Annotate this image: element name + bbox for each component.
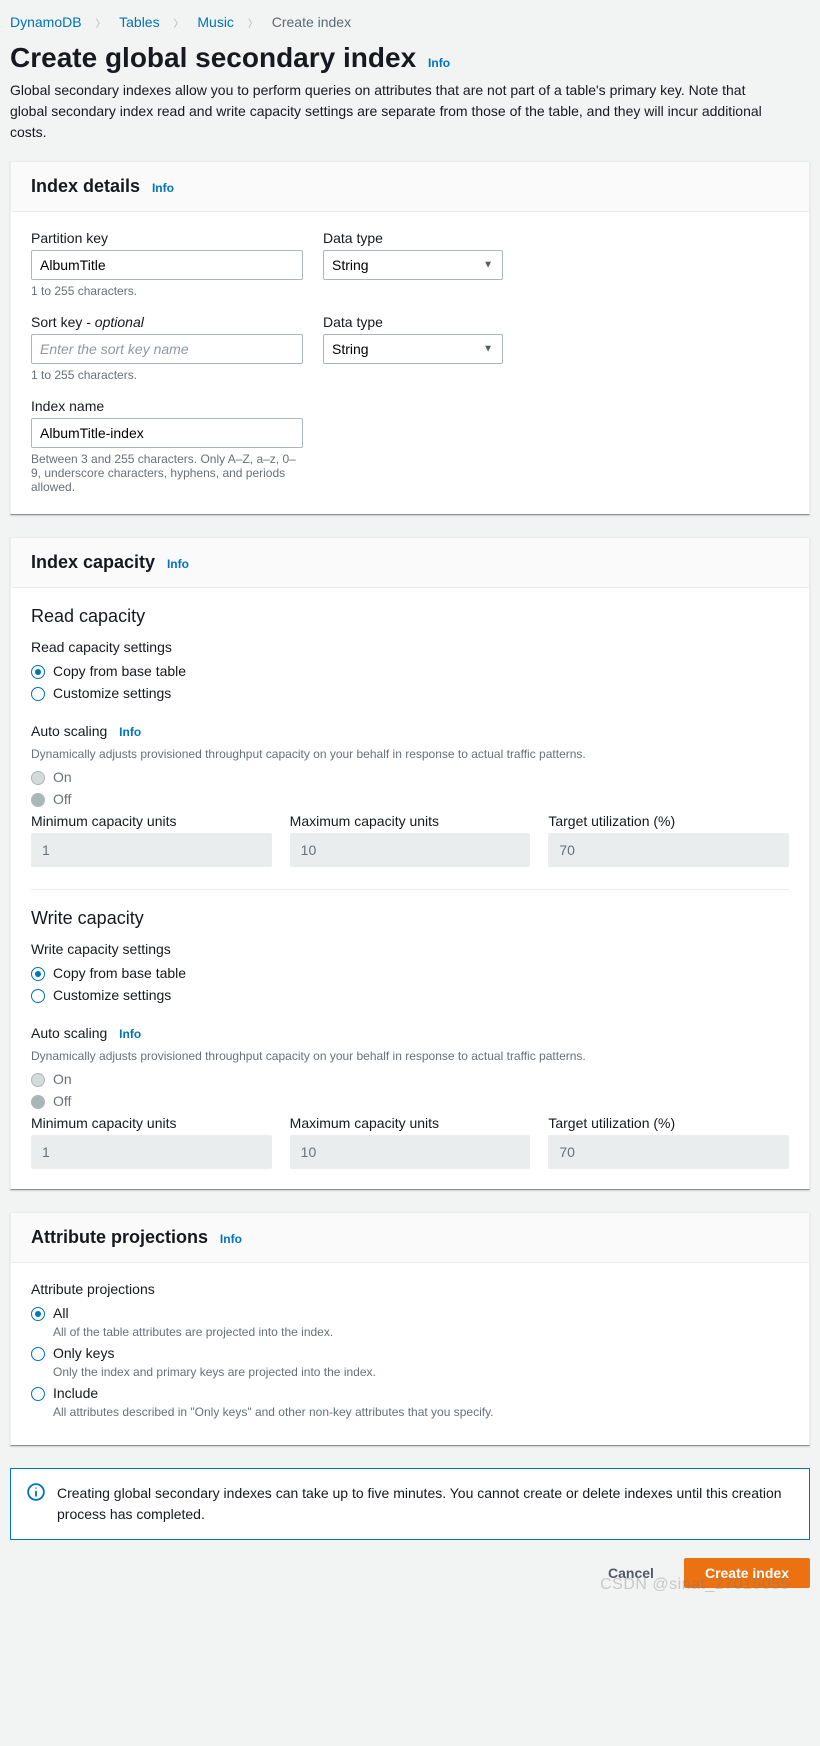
read-copy-base-radio[interactable]: Copy from base table: [31, 663, 789, 679]
projection-keys-desc: Only the index and primary keys are proj…: [53, 1365, 789, 1379]
read-min-label: Minimum capacity units: [31, 813, 272, 829]
breadcrumb-music[interactable]: Music: [197, 14, 234, 30]
sort-type-select[interactable]: String: [323, 334, 503, 364]
sort-key-label: Sort key - optional: [31, 314, 303, 330]
read-autoscaling-hint: Dynamically adjusts provisioned throughp…: [31, 747, 789, 761]
write-autoscaling-on-radio: On: [31, 1071, 789, 1087]
sort-key-hint: 1 to 255 characters.: [31, 368, 303, 382]
write-copy-base-radio[interactable]: Copy from base table: [31, 965, 789, 981]
radio-icon: [31, 1073, 45, 1087]
chevron-right-icon: 〉: [248, 15, 258, 30]
write-min-label: Minimum capacity units: [31, 1115, 272, 1131]
partition-type-label: Data type: [323, 230, 503, 246]
index-capacity-panel: Index capacity Info Read capacity Read c…: [10, 537, 810, 1190]
write-autoscaling-info[interactable]: Info: [119, 1027, 141, 1041]
radio-icon: [31, 687, 45, 701]
write-autoscaling-label: Auto scaling: [31, 1025, 107, 1041]
index-capacity-info[interactable]: Info: [167, 557, 189, 571]
partition-key-hint: 1 to 255 characters.: [31, 284, 303, 298]
projections-header: Attribute projections: [31, 1227, 208, 1247]
write-autoscaling-off-radio: Off: [31, 1093, 789, 1109]
read-autoscaling-info[interactable]: Info: [119, 725, 141, 739]
read-max-value: 10: [290, 833, 531, 867]
alert-message: Creating global secondary indexes can ta…: [57, 1483, 793, 1525]
read-settings-label: Read capacity settings: [31, 639, 789, 655]
read-customize-radio[interactable]: Customize settings: [31, 685, 789, 701]
radio-icon: [31, 771, 45, 785]
attribute-projections-panel: Attribute projections Info Attribute pro…: [10, 1212, 810, 1446]
info-alert: Creating global secondary indexes can ta…: [10, 1468, 810, 1540]
breadcrumb-current: Create index: [272, 14, 351, 30]
read-target-label: Target utilization (%): [548, 813, 789, 829]
sort-type-label: Data type: [323, 314, 503, 330]
breadcrumb-dynamodb[interactable]: DynamoDB: [10, 14, 82, 30]
index-details-header: Index details: [31, 176, 140, 196]
index-details-panel: Index details Info Partition key 1 to 25…: [10, 161, 810, 515]
index-name-input[interactable]: [31, 418, 303, 448]
partition-type-select[interactable]: String: [323, 250, 503, 280]
cancel-button[interactable]: Cancel: [588, 1558, 674, 1588]
page-description: Global secondary indexes allow you to pe…: [10, 80, 770, 143]
write-target-label: Target utilization (%): [548, 1115, 789, 1131]
divider: [31, 889, 789, 890]
read-autoscaling-off-radio: Off: [31, 791, 789, 807]
read-min-value: 1: [31, 833, 272, 867]
radio-icon: [31, 793, 45, 807]
write-target-value: 70: [548, 1135, 789, 1169]
projections-label: Attribute projections: [31, 1281, 789, 1297]
index-capacity-header: Index capacity: [31, 552, 155, 572]
projection-all-desc: All of the table attributes are projecte…: [53, 1325, 789, 1339]
index-details-info[interactable]: Info: [152, 181, 174, 195]
write-max-value: 10: [290, 1135, 531, 1169]
radio-icon: [31, 967, 45, 981]
read-autoscaling-on-radio: On: [31, 769, 789, 785]
write-autoscaling-hint: Dynamically adjusts provisioned throughp…: [31, 1049, 789, 1063]
index-name-label: Index name: [31, 398, 789, 414]
radio-icon: [31, 989, 45, 1003]
projection-all-radio[interactable]: All: [31, 1305, 789, 1321]
page-title: Create global secondary index: [10, 42, 416, 73]
write-customize-radio[interactable]: Customize settings: [31, 987, 789, 1003]
chevron-right-icon: 〉: [95, 15, 105, 30]
read-target-value: 70: [548, 833, 789, 867]
read-autoscaling-label: Auto scaling: [31, 723, 107, 739]
radio-icon: [31, 1307, 45, 1321]
read-capacity-heading: Read capacity: [31, 606, 789, 627]
page-info-link[interactable]: Info: [428, 56, 450, 70]
info-icon: [27, 1483, 45, 1501]
breadcrumb-tables[interactable]: Tables: [119, 14, 159, 30]
create-index-button[interactable]: Create index: [684, 1558, 810, 1588]
read-max-label: Maximum capacity units: [290, 813, 531, 829]
write-min-value: 1: [31, 1135, 272, 1169]
radio-icon: [31, 1387, 45, 1401]
radio-icon: [31, 1347, 45, 1361]
projection-include-radio[interactable]: Include: [31, 1385, 789, 1401]
projection-include-desc: All attributes described in "Only keys" …: [53, 1405, 789, 1419]
chevron-right-icon: 〉: [173, 15, 183, 30]
sort-key-input[interactable]: [31, 334, 303, 364]
write-max-label: Maximum capacity units: [290, 1115, 531, 1131]
projection-keys-radio[interactable]: Only keys: [31, 1345, 789, 1361]
partition-key-input[interactable]: [31, 250, 303, 280]
write-capacity-heading: Write capacity: [31, 908, 789, 929]
partition-key-label: Partition key: [31, 230, 303, 246]
write-settings-label: Write capacity settings: [31, 941, 789, 957]
index-name-hint: Between 3 and 255 characters. Only A–Z, …: [31, 452, 303, 494]
breadcrumb: DynamoDB 〉 Tables 〉 Music 〉 Create index: [10, 10, 810, 42]
projections-info[interactable]: Info: [220, 1232, 242, 1246]
radio-icon: [31, 1095, 45, 1109]
radio-icon: [31, 665, 45, 679]
